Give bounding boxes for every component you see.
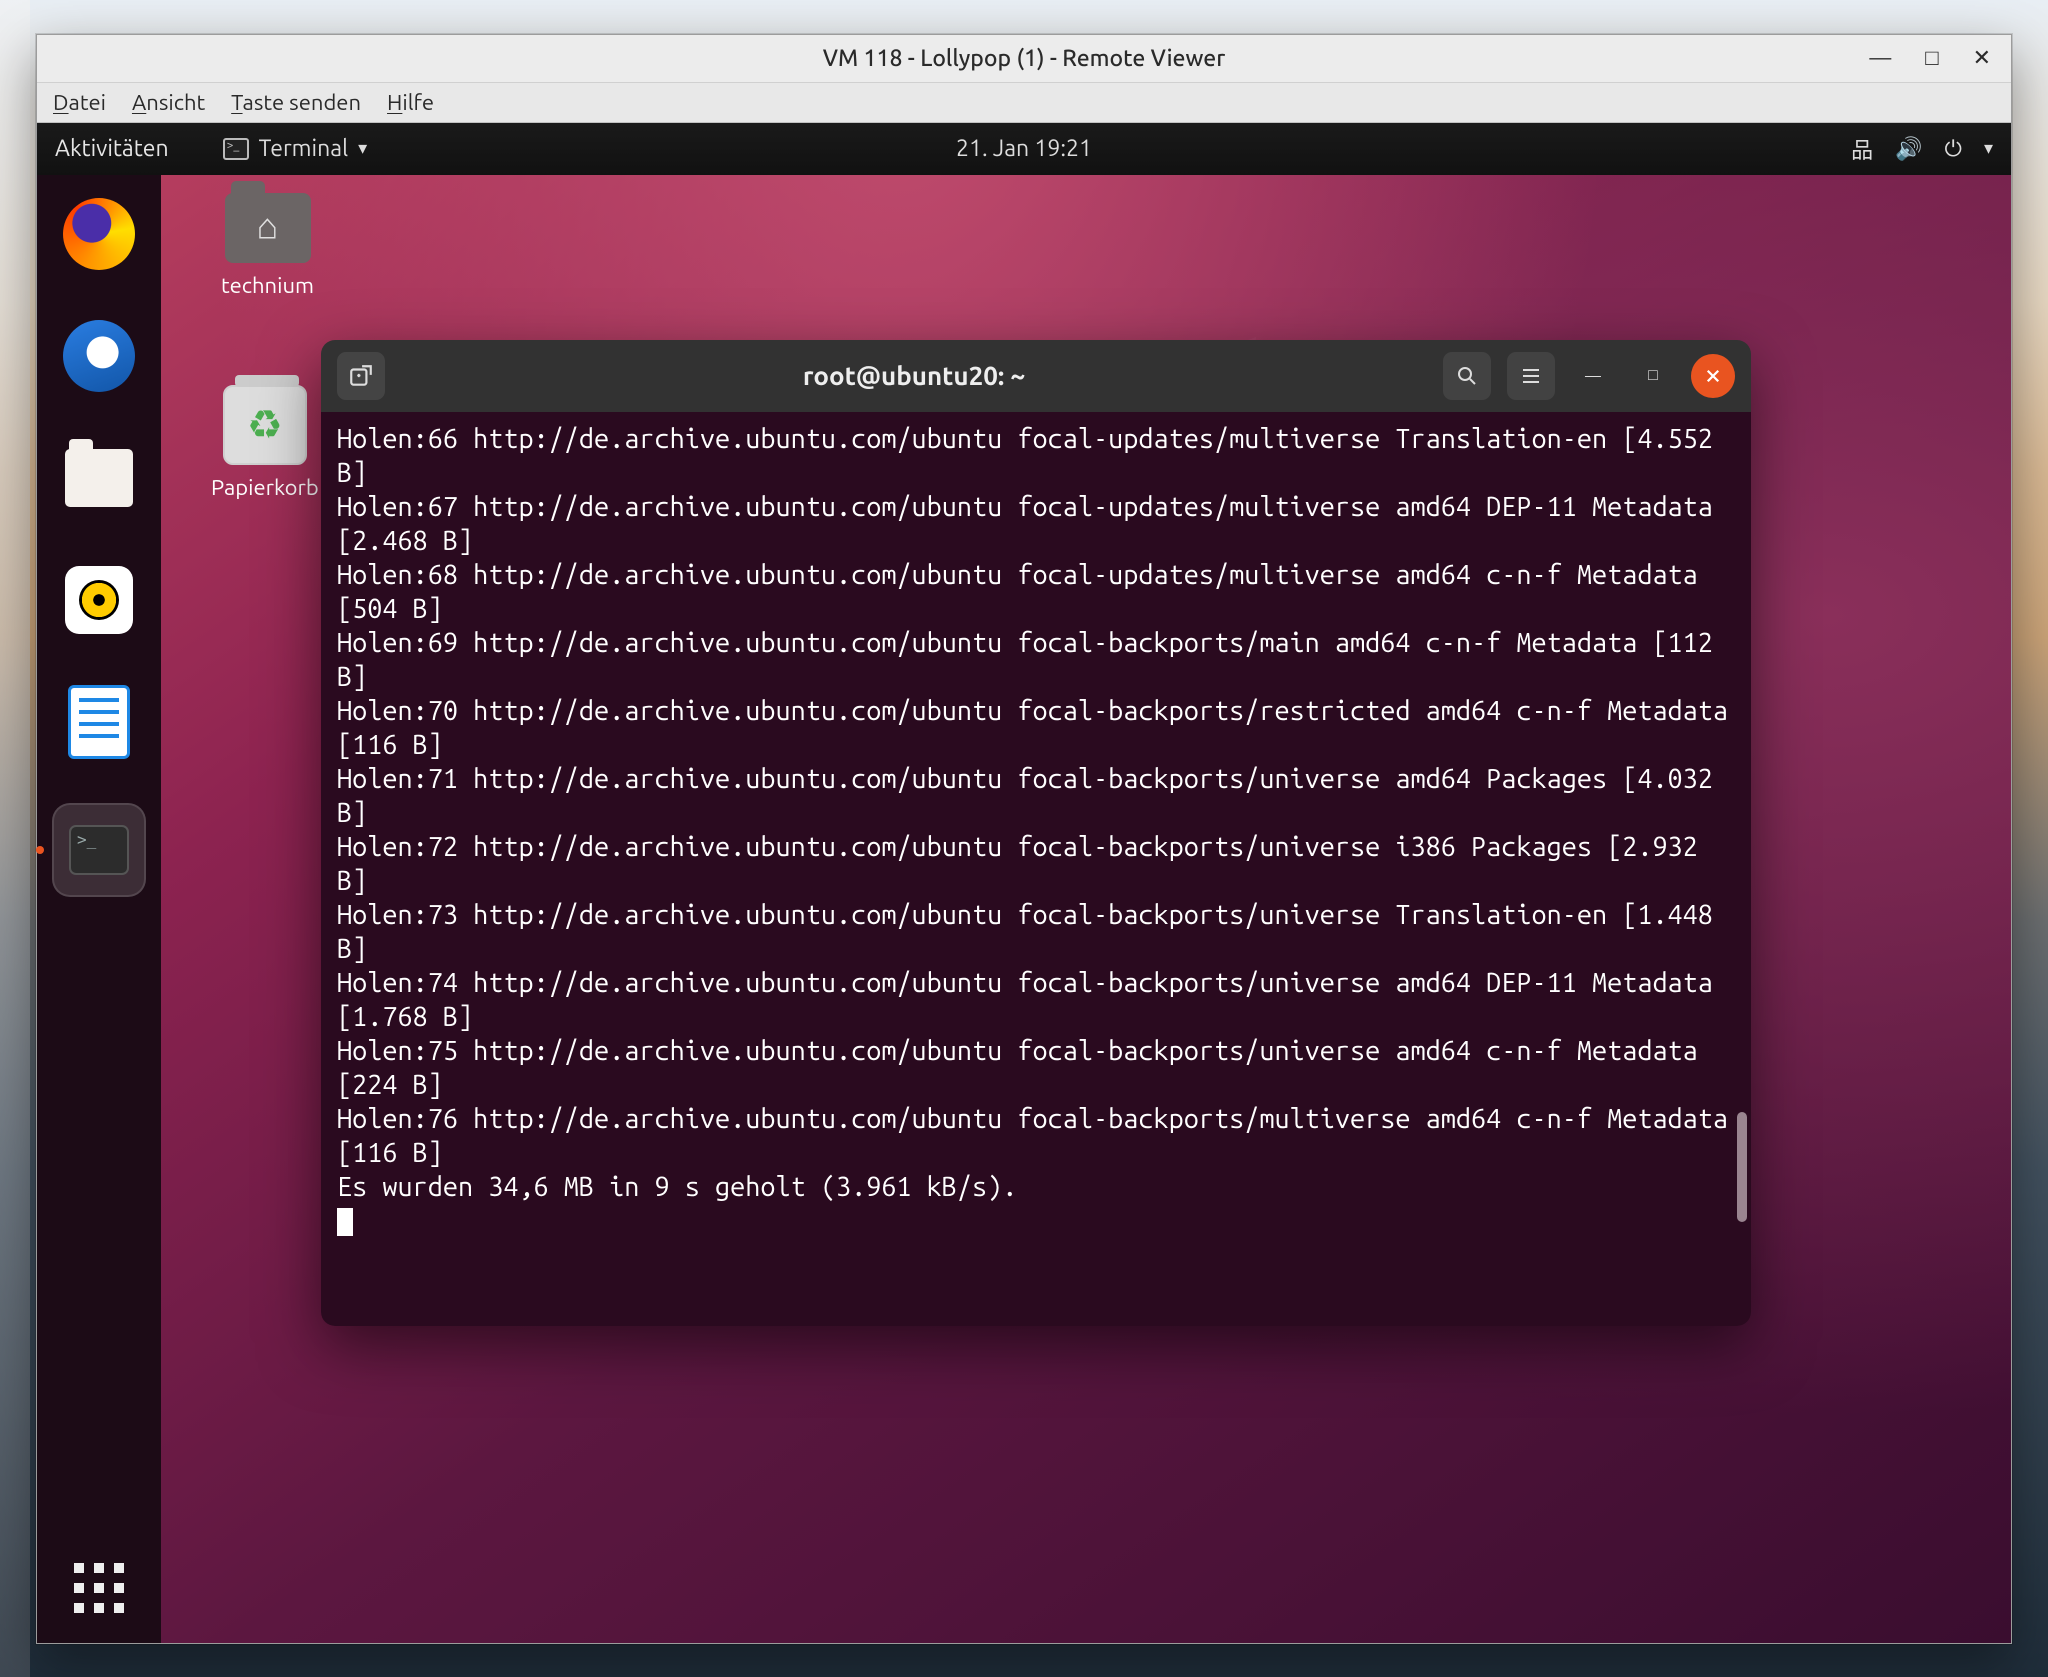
search-icon <box>1455 364 1479 388</box>
menu-sendkey[interactable]: Taste senden <box>231 90 361 115</box>
terminal-scrollbar[interactable] <box>1737 1112 1747 1222</box>
desktop-trash[interactable]: ♻ Papierkorb <box>211 385 319 500</box>
system-tray[interactable]: 品 🔊 ⏻ ▾ <box>1807 133 1993 165</box>
close-icon <box>1704 367 1722 385</box>
trash-icon: ♻ <box>223 385 307 465</box>
terminal-cursor <box>337 1208 353 1236</box>
maximize-button[interactable]: □ <box>1925 45 1938 71</box>
terminal-icon <box>223 138 249 160</box>
document-icon <box>68 685 130 759</box>
desktop[interactable]: ⌂ technium ♻ Papierkorb root@ubuntu20 <box>161 175 2011 1643</box>
guest-body: >_ ⌂ technium ♻ Papierkorb <box>37 175 2011 1643</box>
terminal-menu-button[interactable] <box>1507 352 1555 400</box>
dock-terminal[interactable]: >_ <box>52 803 146 897</box>
show-apps-button[interactable] <box>74 1563 124 1613</box>
clock[interactable]: 21. Jan 19:21 <box>956 136 1092 161</box>
viewer-menubar: Datei Ansicht Taste senden Hilfe <box>37 83 2011 123</box>
volume-icon: 🔊 <box>1895 136 1922 162</box>
firefox-icon <box>63 198 135 270</box>
remote-viewer-window: VM 118 - Lollypop (1) - Remote Viewer — … <box>36 34 2012 1644</box>
host-sidebar <box>0 0 30 1677</box>
terminal-icon: >_ <box>69 825 129 875</box>
terminal-maximize-button[interactable]: □ <box>1631 354 1675 398</box>
viewer-titlebar[interactable]: VM 118 - Lollypop (1) - Remote Viewer — … <box>37 35 2011 83</box>
close-button[interactable]: ✕ <box>1973 45 1991 71</box>
network-icon <box>1807 138 1829 160</box>
dock: >_ <box>37 175 161 1643</box>
terminal-title: root@ubuntu20: ~ <box>397 361 1431 390</box>
app-menu[interactable]: Terminal ▾ <box>223 136 368 161</box>
desktop-item-label: Papierkorb <box>211 475 319 500</box>
chevron-down-icon: ▾ <box>358 138 367 159</box>
dock-firefox[interactable] <box>58 193 140 275</box>
menu-file[interactable]: Datei <box>53 90 106 115</box>
window-controls: — □ ✕ <box>1869 45 2011 71</box>
activities-button[interactable]: Aktivitäten <box>55 136 169 161</box>
dock-thunderbird[interactable] <box>58 315 140 397</box>
tab-plus-icon <box>348 363 374 389</box>
chevron-down-icon: ▾ <box>1984 138 1993 159</box>
speaker-icon <box>65 566 133 634</box>
home-icon: ⌂ <box>257 204 279 247</box>
terminal-titlebar[interactable]: root@ubuntu20: ~ — □ <box>321 340 1751 412</box>
terminal-window: root@ubuntu20: ~ — □ <box>321 340 1751 1326</box>
gnome-top-bar[interactable]: Aktivitäten Terminal ▾ 21. Jan 19:21 品 🔊… <box>37 123 2011 175</box>
power-icon: ⏻ <box>1945 136 1962 162</box>
thunderbird-icon <box>63 320 135 392</box>
folder-icon <box>65 449 133 507</box>
terminal-close-button[interactable] <box>1691 354 1735 398</box>
dock-writer[interactable] <box>58 681 140 763</box>
guest-display: Aktivitäten Terminal ▾ 21. Jan 19:21 品 🔊… <box>37 123 2011 1643</box>
app-menu-label: Terminal <box>259 136 349 161</box>
hamburger-icon <box>1519 364 1543 388</box>
recycle-icon: ♻ <box>247 401 283 448</box>
terminal-output[interactable]: Holen:66 http://de.archive.ubuntu.com/ub… <box>321 412 1751 1326</box>
minimize-button[interactable]: — <box>1869 45 1891 71</box>
menu-view[interactable]: Ansicht <box>132 90 205 115</box>
desktop-item-label: technium <box>221 273 314 298</box>
menu-help[interactable]: Hilfe <box>387 90 434 115</box>
terminal-search-button[interactable] <box>1443 352 1491 400</box>
dock-files[interactable] <box>58 437 140 519</box>
folder-icon: ⌂ <box>225 193 311 263</box>
network-icon: 品 <box>1851 133 1873 165</box>
dock-rhythmbox[interactable] <box>58 559 140 641</box>
viewer-title: VM 118 - Lollypop (1) - Remote Viewer <box>37 46 2011 71</box>
terminal-minimize-button[interactable]: — <box>1571 354 1615 398</box>
new-tab-button[interactable] <box>337 352 385 400</box>
desktop-home-folder[interactable]: ⌂ technium <box>221 193 314 298</box>
